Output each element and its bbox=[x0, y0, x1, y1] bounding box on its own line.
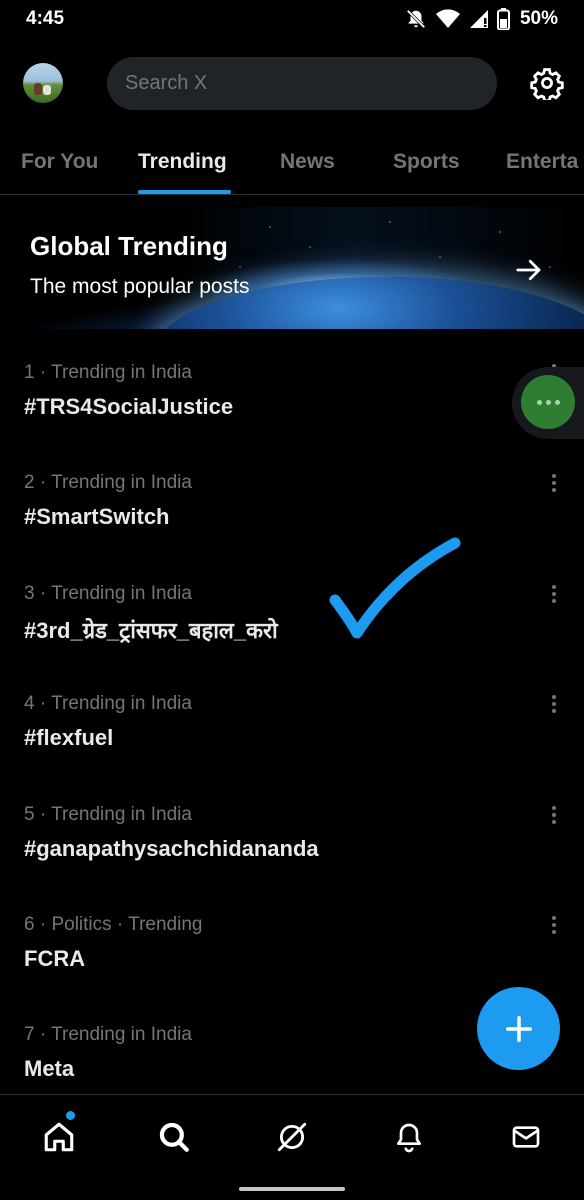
trend-item[interactable]: 2 · Trending in India #SmartSwitch bbox=[0, 455, 584, 565]
trend-name: #flexfuel bbox=[24, 725, 114, 751]
trend-name: FCRA bbox=[24, 945, 86, 971]
bell-muted-icon bbox=[406, 9, 426, 29]
home-icon bbox=[44, 1122, 74, 1152]
bottom-nav bbox=[0, 1094, 584, 1200]
banner-subtitle: The most popular posts bbox=[30, 275, 250, 298]
nav-grok[interactable] bbox=[272, 1117, 312, 1157]
tab-for-you[interactable]: For You bbox=[21, 150, 98, 174]
nav-home[interactable] bbox=[39, 1117, 79, 1157]
more-options-icon[interactable] bbox=[544, 580, 564, 608]
trend-item[interactable]: 1 · Trending in India #TRS4SocialJustice bbox=[0, 345, 584, 455]
bell-icon bbox=[397, 1123, 421, 1153]
more-options-icon[interactable] bbox=[544, 469, 564, 497]
trend-item[interactable]: 5 · Trending in India #ganapathysachchid… bbox=[0, 787, 584, 897]
compose-button[interactable] bbox=[477, 987, 560, 1070]
gear-icon bbox=[530, 68, 564, 100]
tab-sports[interactable]: Sports bbox=[393, 150, 460, 174]
battery-level: 50% bbox=[519, 8, 558, 29]
trend-meta: 2 · Trending in India bbox=[24, 472, 192, 494]
trend-name: #ganapathysachchidananda bbox=[24, 835, 319, 861]
tab-news[interactable]: News bbox=[280, 150, 335, 174]
notification-dot bbox=[66, 1111, 75, 1120]
arrow-right-icon[interactable] bbox=[512, 253, 546, 287]
more-options-icon[interactable] bbox=[544, 911, 564, 939]
avatar-figure bbox=[43, 85, 51, 95]
nav-notifications[interactable] bbox=[389, 1117, 429, 1157]
more-options-icon[interactable] bbox=[544, 690, 564, 718]
trend-meta: 4 · Trending in India bbox=[24, 693, 192, 715]
checkmark-annotation bbox=[329, 537, 461, 639]
trend-meta: 1 · Trending in India bbox=[24, 362, 192, 383]
trend-name: #3rd_ग्रेड_ट्रांसफर_बहाल_करो bbox=[24, 617, 278, 643]
tab-entertainment[interactable]: Enterta bbox=[506, 150, 578, 174]
avatar[interactable] bbox=[23, 63, 63, 103]
tab-bar: For You Trending News Sports Enterta bbox=[0, 137, 584, 195]
trend-meta: 6 · Politics · Trending bbox=[24, 913, 203, 935]
floating-chat-bubble[interactable] bbox=[521, 375, 575, 429]
tab-trending[interactable]: Trending bbox=[138, 150, 227, 174]
trend-name: #TRS4SocialJustice bbox=[24, 394, 234, 419]
avatar-figure bbox=[34, 83, 42, 95]
trend-item[interactable]: 6 · Politics · Trending FCRA bbox=[0, 897, 584, 1007]
settings-button[interactable] bbox=[528, 64, 566, 102]
trend-meta: 7 · Trending in India bbox=[24, 1024, 192, 1046]
status-time: 4:45 bbox=[26, 8, 65, 29]
banner-title: Global Trending bbox=[30, 231, 228, 261]
battery-icon bbox=[496, 8, 510, 30]
global-trending-banner[interactable]: Global Trending The most popular posts bbox=[0, 207, 584, 329]
status-icons: 50% bbox=[405, 8, 558, 30]
trend-name: #SmartSwitch bbox=[24, 504, 170, 530]
plus-icon bbox=[505, 1015, 532, 1042]
top-header bbox=[0, 56, 584, 112]
trend-meta: 3 · Trending in India bbox=[24, 582, 192, 604]
trend-meta: 5 · Trending in India bbox=[24, 803, 192, 825]
nav-search[interactable] bbox=[154, 1117, 194, 1157]
active-tab-indicator bbox=[138, 190, 231, 194]
more-options-icon[interactable] bbox=[544, 801, 564, 829]
wifi-icon bbox=[435, 9, 460, 28]
mail-icon bbox=[512, 1126, 540, 1148]
search-input[interactable] bbox=[125, 72, 497, 95]
search-bar[interactable] bbox=[107, 57, 497, 110]
grok-icon bbox=[277, 1122, 307, 1152]
nav-messages[interactable] bbox=[506, 1117, 546, 1157]
trend-item[interactable]: 3 · Trending in India #3rd_ग्रेड_ट्रांसफ… bbox=[0, 566, 584, 676]
trend-name: Meta bbox=[24, 1056, 75, 1082]
gesture-bar bbox=[239, 1187, 345, 1191]
status-bar: 4:45 50% bbox=[0, 0, 584, 38]
trend-item[interactable]: 4 · Trending in India #flexfuel bbox=[0, 676, 584, 786]
signal-icon bbox=[469, 10, 488, 28]
search-icon bbox=[159, 1122, 189, 1152]
